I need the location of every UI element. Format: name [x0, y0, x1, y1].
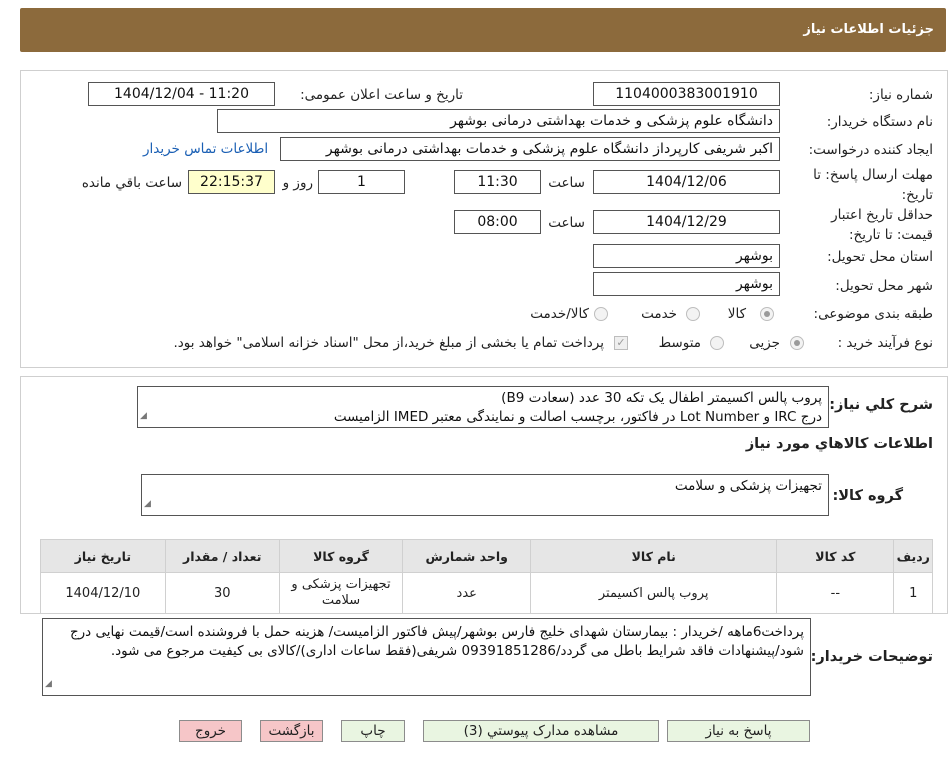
- remaining-days-field: 1: [318, 170, 405, 194]
- announce-datetime-field: 1404/12/04 - 11:20: [88, 82, 275, 106]
- col-name: نام کالا: [530, 539, 778, 573]
- treasury-bonds-checkbox[interactable]: ✓: [614, 336, 628, 350]
- process-radio-medium[interactable]: [710, 336, 724, 350]
- print-button[interactable]: چاپ: [341, 720, 405, 742]
- delivery-city-label: شهر محل تحویل:: [835, 278, 933, 294]
- process-radio-minor[interactable]: [790, 336, 804, 350]
- reply-deadline-time-label: ساعت: [548, 175, 585, 191]
- table-header-row: رديف کد کالا نام کالا واحد شمارش گروه کا…: [40, 539, 933, 573]
- col-group: گروه کالا: [278, 539, 404, 573]
- category-label: طبقه بندی موضوعی:: [813, 306, 933, 322]
- need-number-field: 1104000383001910: [593, 82, 780, 106]
- reply-deadline-time-field: 11:30: [454, 170, 541, 194]
- col-row: رديف: [893, 539, 933, 573]
- resize-grip-icon[interactable]: ◢: [45, 675, 52, 694]
- process-option-medium: متوسط: [658, 335, 701, 351]
- buyer-notes-text: پرداخت6ماهه /خریدار : بیمارستان شهدای خل…: [69, 624, 804, 659]
- price-validity-label: حداقل تاریخ اعتبار قیمت: تا تاریخ:: [831, 207, 933, 243]
- category-option-service: خدمت: [641, 306, 677, 322]
- cell-code: --: [776, 572, 895, 614]
- page-title: جزئیات اطلاعات نیاز: [803, 22, 934, 37]
- process-option-minor: جزیی: [749, 335, 780, 351]
- delivery-province-label: استان محل تحویل:: [827, 249, 933, 265]
- buyer-contact-link[interactable]: اطلاعات تماس خریدار: [143, 141, 268, 157]
- col-unit: واحد شمارش: [402, 539, 532, 573]
- description-line-1: پروب پالس اکسیمتر اطفال یک تکه 30 عدد (س…: [501, 390, 822, 406]
- description-line-2: درج IRC و Lot Number در فاکتور، برچسب اص…: [333, 409, 822, 425]
- remaining-time-label: ساعت باقي مانده: [81, 175, 182, 191]
- col-quantity: تعداد / مقدار: [164, 539, 280, 573]
- goods-group-label: گروه کالا:: [832, 488, 903, 504]
- remaining-time-field: 22:15:37: [188, 170, 275, 194]
- resize-grip-icon[interactable]: ◢: [144, 495, 151, 514]
- attachments-button[interactable]: مشاهده مدارک پیوستي (3): [423, 720, 659, 742]
- price-validity-time-field: 08:00: [454, 210, 541, 234]
- cell-row: 1: [893, 572, 933, 614]
- cell-name: پروب پالس اکسیمتر: [530, 572, 778, 614]
- delivery-province-field: بوشهر: [593, 244, 780, 268]
- page-header: جزئیات اطلاعات نیاز: [20, 8, 946, 52]
- items-table: رديف کد کالا نام کالا واحد شمارش گروه کا…: [40, 539, 933, 614]
- category-radio-goods-service[interactable]: [594, 307, 608, 321]
- cell-unit: عدد: [402, 572, 532, 614]
- cell-quantity: 30: [164, 572, 280, 614]
- description-textarea[interactable]: پروب پالس اکسیمتر اطفال یک تکه 30 عدد (س…: [137, 386, 829, 428]
- cell-group: تجهیزات پزشکی و سلامت: [278, 572, 404, 614]
- buyer-notes-label: توضیحات خریدار:: [810, 649, 933, 665]
- buyer-org-label: نام دستگاه خریدار:: [826, 114, 933, 130]
- exit-button[interactable]: خروج: [179, 720, 242, 742]
- back-button[interactable]: بازگشت: [260, 720, 323, 742]
- category-radio-service[interactable]: [686, 307, 700, 321]
- announce-datetime-label: تاریخ و ساعت اعلان عمومی:: [300, 87, 463, 103]
- cell-date: 1404/12/10: [40, 572, 166, 614]
- requester-field: اکبر شریفی کارپرداز دانشگاه علوم پزشکی و…: [280, 137, 780, 161]
- need-number-label: شماره نیاز:: [868, 87, 933, 103]
- delivery-city-field: بوشهر: [593, 272, 780, 296]
- goods-group-textarea[interactable]: تجهیزات پزشکی و سلامت ◢: [141, 474, 829, 516]
- buyer-org-field: دانشگاه علوم پزشکی و خدمات بهداشتی درمان…: [217, 109, 780, 133]
- reply-deadline-date-field: 1404/12/06: [593, 170, 780, 194]
- requester-label: ایجاد کننده درخواست:: [808, 142, 933, 158]
- col-code: کد کالا: [776, 539, 895, 573]
- table-row[interactable]: 1 -- پروب پالس اکسیمتر عدد تجهیزات پزشکی…: [40, 572, 933, 614]
- buyer-notes-textarea[interactable]: پرداخت6ماهه /خریدار : بیمارستان شهدای خل…: [42, 618, 811, 696]
- resize-grip-icon[interactable]: ◢: [140, 407, 147, 426]
- price-validity-date-field: 1404/12/29: [593, 210, 780, 234]
- description-label: شرح كلي نياز:: [829, 397, 933, 413]
- price-validity-time-label: ساعت: [548, 215, 585, 231]
- goods-group-value: تجهیزات پزشکی و سلامت: [674, 478, 822, 494]
- category-option-goods-service: کالا/خدمت: [530, 306, 589, 322]
- treasury-bonds-note: پرداخت تمام یا بخشی از مبلغ خرید،از محل …: [173, 335, 604, 351]
- category-option-goods: کالا: [727, 306, 746, 322]
- category-radio-goods[interactable]: [760, 307, 774, 321]
- process-type-label: نوع فرآیند خرید :: [837, 335, 933, 351]
- reply-button[interactable]: پاسخ به نیاز: [667, 720, 810, 742]
- reply-deadline-label: مهلت ارسال پاسخ: تا تاریخ:: [813, 167, 933, 203]
- col-date: تاریخ نیاز: [40, 539, 166, 573]
- goods-info-heading: اطلاعات کالاهاي مورد نياز: [745, 436, 933, 452]
- remaining-days-label: روز و: [282, 175, 313, 191]
